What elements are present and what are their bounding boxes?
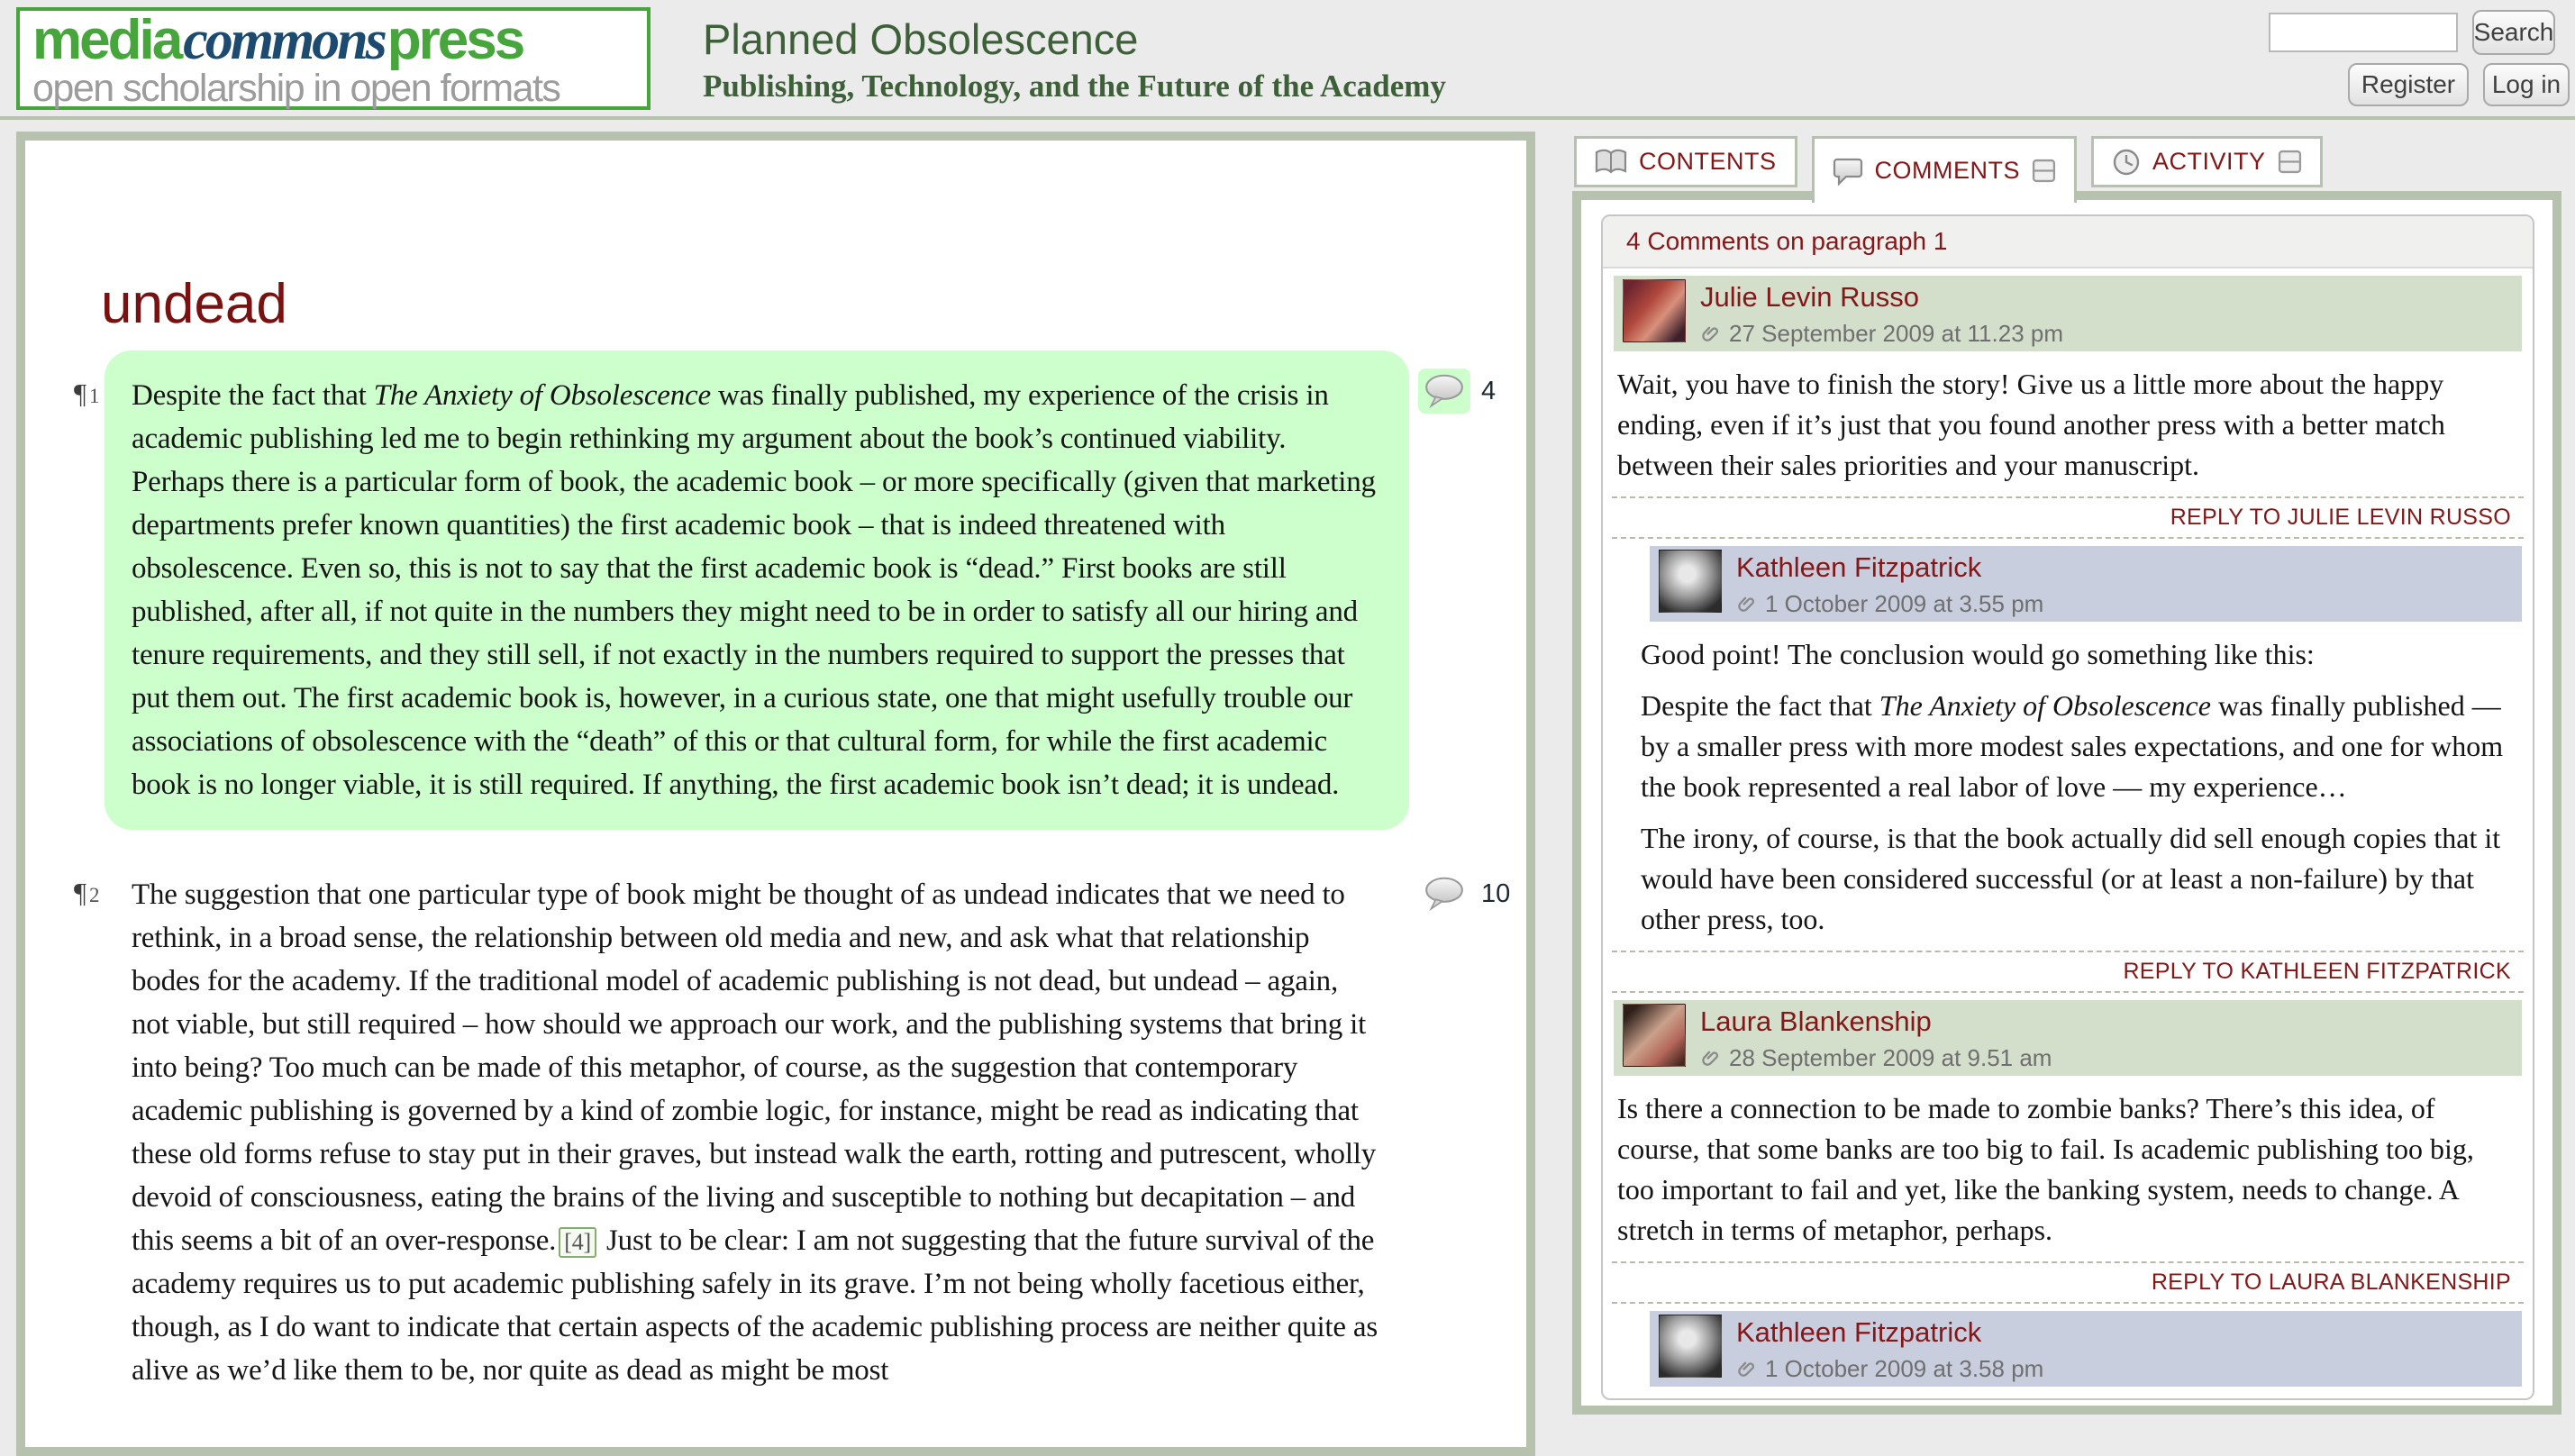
avatar: [1659, 1315, 1722, 1378]
reply-link-row: REPLY TO KATHLEEN FITZPATRICK: [1612, 951, 2524, 993]
search-input[interactable]: [2269, 13, 2458, 52]
logo-word-press: press: [387, 9, 523, 71]
clock-icon: [2112, 148, 2141, 177]
comment-count[interactable]: 10: [1481, 879, 1510, 909]
book-title: Planned Obsolescence: [703, 14, 1138, 64]
paragraph-2-marker: ¶2: [74, 877, 100, 909]
comment-permalink[interactable]: 27 September 2009 at 11.23 pm: [1700, 320, 2063, 348]
comments-count-header: 4 Comments on paragraph 1: [1603, 216, 2533, 268]
footnote-ref[interactable]: [4]: [559, 1227, 596, 1258]
comment-header: Kathleen Fitzpatrick 1 October 2009 at 3…: [1650, 1311, 2522, 1387]
document-panel: undead ¶1 Despite the fact that The Anxi…: [16, 132, 1535, 1456]
comment-bubble-icon[interactable]: [1418, 369, 1470, 414]
reply-link-row: REPLY TO LAURA BLANKENSHIP: [1612, 1261, 2524, 1304]
page: mediacommonspress open scholarship in op…: [0, 0, 2575, 1422]
login-button[interactable]: Log in: [2483, 63, 2570, 106]
comment-permalink[interactable]: 1 October 2009 at 3.58 pm: [1736, 1355, 2043, 1383]
avatar: [1659, 550, 1722, 613]
logo-word-commons: commons: [180, 10, 387, 71]
link-icon: [1700, 323, 1721, 344]
tab-label: CONTENTS: [1639, 148, 1777, 176]
tab-activity[interactable]: ACTIVITY: [2091, 136, 2323, 187]
chapter-title: undead: [101, 272, 1526, 336]
comment-count[interactable]: 4: [1481, 377, 1496, 406]
comment-header: Laura Blankenship 28 September 2009 at 9…: [1614, 1000, 2522, 1076]
link-icon: [1700, 1048, 1721, 1069]
logo-tagline: open scholarship in open formats: [32, 68, 634, 109]
comment-author-link[interactable]: Julie Levin Russo: [1700, 281, 2063, 314]
comments-box: 4 Comments on paragraph 1 Julie Levin Ru…: [1601, 214, 2534, 1400]
tab-label: COMMENTS: [1875, 157, 2021, 185]
book-icon: [1595, 149, 1627, 176]
paragraph-1-comments-control[interactable]: 4: [1418, 369, 1496, 414]
paragraph-2-comments-control[interactable]: 10: [1418, 871, 1510, 916]
comment-bubble-icon: [1833, 157, 1863, 186]
reply-link[interactable]: REPLY TO JULIE LEVIN RUSSO: [2170, 505, 2511, 530]
comment: Kathleen Fitzpatrick 1 October 2009 at 3…: [1603, 546, 2533, 993]
logo-wordmark: mediacommonspress: [32, 14, 634, 68]
comment-permalink[interactable]: 28 September 2009 at 9.51 am: [1700, 1044, 2052, 1072]
comment-body: If only academic publishing really were …: [1603, 1387, 2533, 1400]
paragraph-row-1: ¶1 Despite the fact that The Anxiety of …: [25, 350, 1526, 830]
panel-toggle-icon[interactable]: [2278, 150, 2302, 174]
logo-word-media: media: [32, 9, 180, 71]
panel-toggle-icon[interactable]: [2032, 159, 2056, 183]
comment-header: Julie Levin Russo 27 September 2009 at 1…: [1614, 276, 2522, 351]
comment-body: Is there a connection to be made to zomb…: [1603, 1076, 2533, 1251]
tab-contents[interactable]: CONTENTS: [1574, 136, 1797, 187]
comment: Kathleen Fitzpatrick 1 October 2009 at 3…: [1603, 1311, 2533, 1400]
reply-link-row: REPLY TO JULIE LEVIN RUSSO: [1612, 496, 2524, 539]
tab-comments[interactable]: COMMENTS: [1812, 136, 2078, 203]
comment: Laura Blankenship 28 September 2009 at 9…: [1603, 1000, 2533, 1304]
book-subtitle: Publishing, Technology, and the Future o…: [703, 68, 1446, 105]
comment-author-link[interactable]: Laura Blankenship: [1700, 1006, 2052, 1038]
reply-link[interactable]: REPLY TO KATHLEEN FITZPATRICK: [2123, 959, 2511, 984]
search-button[interactable]: Search: [2472, 10, 2555, 55]
comment-author-link[interactable]: Kathleen Fitzpatrick: [1736, 551, 2043, 584]
comment-bubble-icon[interactable]: [1418, 871, 1470, 916]
comment: Julie Levin Russo 27 September 2009 at 1…: [1603, 276, 2533, 539]
paragraph-1-marker: ¶1: [74, 378, 100, 410]
comment-body: Wait, you have to finish the story! Give…: [1603, 351, 2533, 486]
comment-permalink[interactable]: 1 October 2009 at 3.55 pm: [1736, 590, 2043, 618]
book-paragraph-2[interactable]: The suggestion that one particular type …: [105, 850, 1409, 1392]
comment-body: Good point! The conclusion would go some…: [1603, 622, 2533, 940]
comment-author-link[interactable]: Kathleen Fitzpatrick: [1736, 1316, 2043, 1349]
paragraph-row-2: ¶2 The suggestion that one particular ty…: [25, 850, 1526, 1392]
comment-header: Kathleen Fitzpatrick 1 October 2009 at 3…: [1650, 546, 2522, 622]
avatar: [1623, 279, 1686, 342]
register-button[interactable]: Register: [2348, 63, 2469, 106]
site-logo[interactable]: mediacommonspress open scholarship in op…: [16, 7, 651, 110]
link-icon: [1736, 1359, 1757, 1379]
avatar: [1623, 1004, 1686, 1067]
tab-label: ACTIVITY: [2152, 148, 2266, 176]
reply-link[interactable]: REPLY TO LAURA BLANKENSHIP: [2152, 1269, 2511, 1295]
site-header: mediacommonspress open scholarship in op…: [0, 0, 2575, 120]
comments-panel: 4 Comments on paragraph 1 Julie Levin Ru…: [1572, 191, 2561, 1415]
book-paragraph-1[interactable]: Despite the fact that The Anxiety of Obs…: [105, 350, 1409, 830]
link-icon: [1736, 594, 1757, 614]
sidebar-tabs: CONTENTS COMMENTS ACTIVITY: [1574, 136, 2323, 203]
